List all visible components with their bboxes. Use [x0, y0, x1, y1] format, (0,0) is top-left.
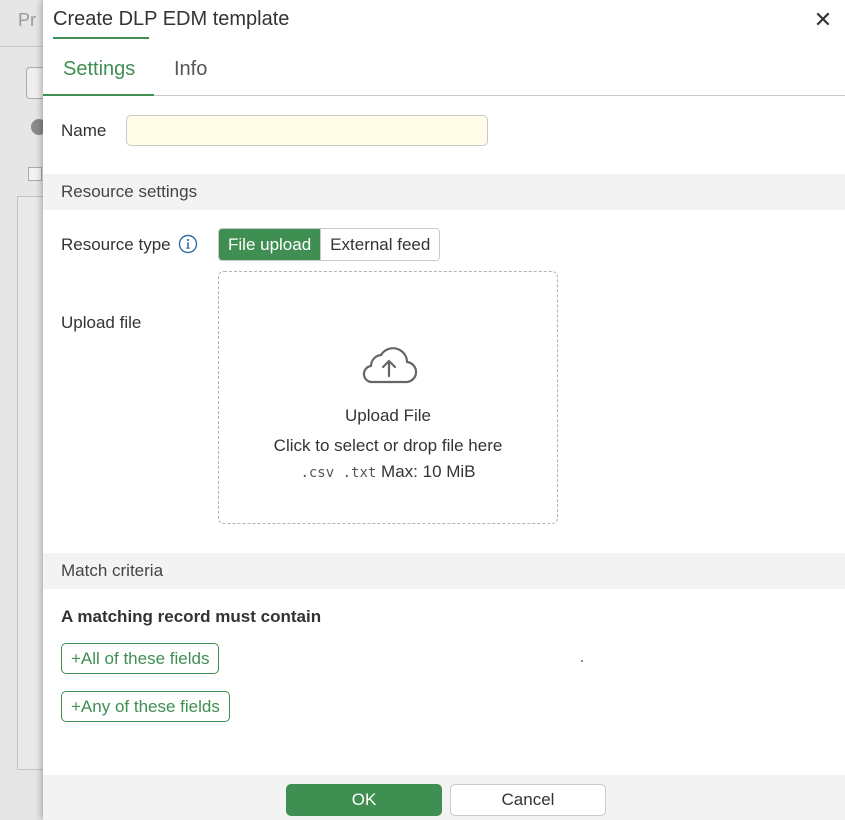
external-feed-option[interactable]: External feed — [320, 229, 440, 260]
cancel-button[interactable]: Cancel — [450, 784, 606, 816]
match-criteria-title: Match criteria — [61, 561, 164, 580]
cloud-upload-icon — [362, 347, 418, 384]
info-icon[interactable] — [178, 234, 198, 254]
dialog-header: Create DLP EDM template ✕ — [43, 0, 845, 48]
background-checkbox — [28, 167, 42, 181]
tab-settings[interactable]: Settings — [63, 58, 135, 81]
dialog-tabs: Settings Info — [43, 48, 845, 96]
dropzone-max-size: Max: 10 MiB — [381, 462, 476, 481]
file-upload-option[interactable]: File upload — [219, 229, 321, 260]
close-icon[interactable]: ✕ — [811, 8, 835, 32]
dialog-title: Create DLP EDM template — [53, 8, 290, 30]
ok-button[interactable]: OK — [286, 784, 442, 816]
match-criteria-section: Match criteria — [43, 553, 845, 589]
resource-settings-section: Resource settings — [43, 174, 845, 210]
name-label: Name — [61, 121, 107, 140]
dropzone-extensions: .csv .txt — [300, 465, 377, 481]
dropzone-subtitle: Click to select or drop file here — [273, 436, 503, 455]
dropzone-title: Upload File — [345, 406, 431, 425]
resource-settings-title: Resource settings — [61, 182, 198, 201]
dropzone-file-info: .csv .txt Max: 10 MiB — [219, 462, 557, 482]
tab-info[interactable]: Info — [174, 58, 207, 81]
create-template-dialog: Create DLP EDM template ✕ Settings Info … — [43, 0, 845, 820]
stray-dot — [581, 660, 583, 662]
name-input[interactable] — [126, 115, 488, 146]
dialog-footer: OK Cancel — [43, 775, 845, 820]
add-any-fields-button[interactable]: +Any of these fields — [61, 691, 230, 722]
active-tab-indicator — [43, 94, 154, 96]
upload-file-label: Upload file — [61, 313, 142, 332]
match-heading: A matching record must contain — [61, 607, 322, 626]
add-all-fields-button[interactable]: +All of these fields — [61, 643, 220, 674]
dialog-title-underline — [53, 37, 149, 39]
resource-type-label: Resource type — [61, 235, 171, 254]
background-tab: Pr — [18, 10, 36, 30]
resource-type-toggle: File upload External feed — [218, 228, 441, 261]
file-dropzone[interactable]: Upload File Click to select or drop file… — [218, 271, 558, 524]
